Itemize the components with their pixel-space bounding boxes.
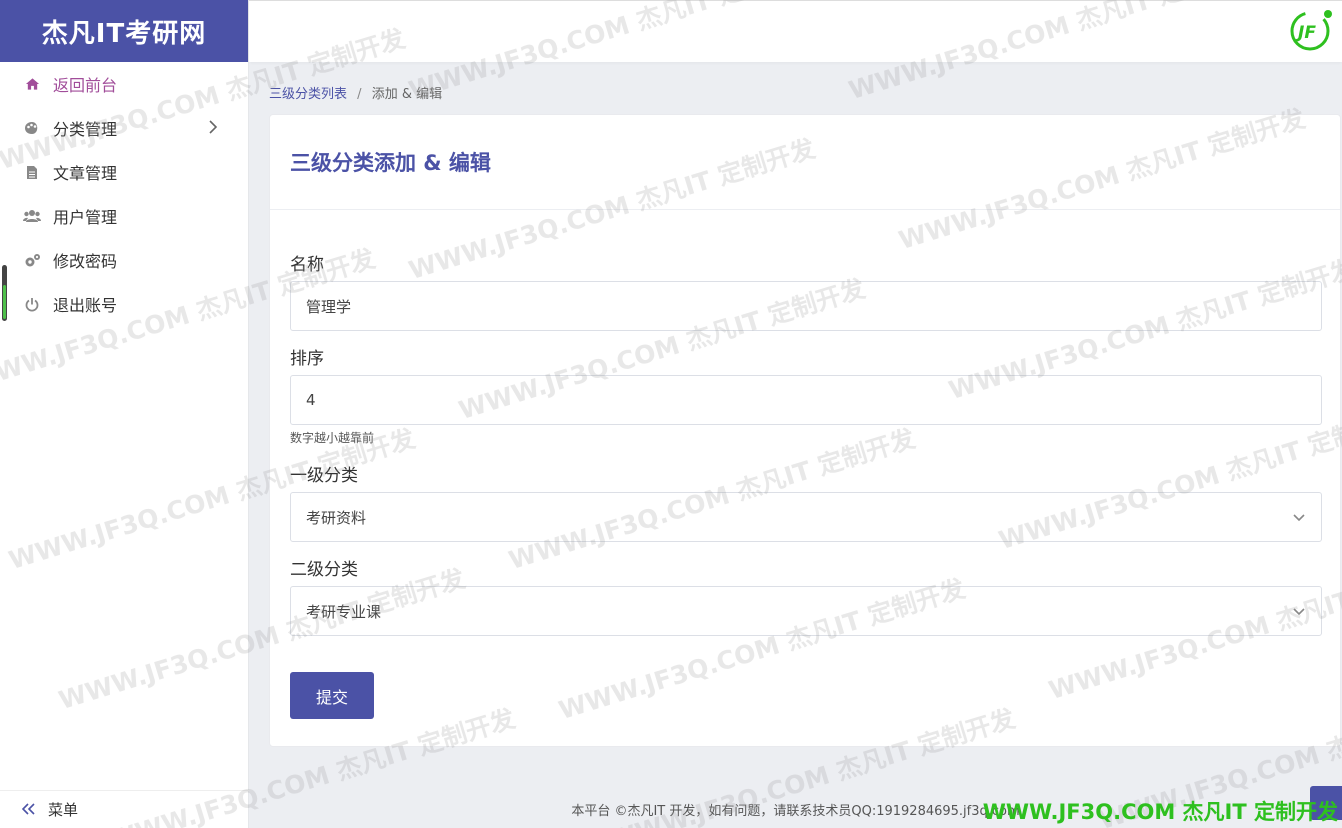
sidebar-item-article[interactable]: 文章管理 <box>0 150 248 194</box>
footer-text: 本平台 ©杰凡IT 开发，如有问题，请联系技术员QQ:1919284695.jf… <box>571 803 1020 819</box>
name-label: 名称 <box>290 255 324 275</box>
sort-help-text: 数字越小越靠前 <box>290 431 375 445</box>
double-chevron-left-icon <box>21 799 36 820</box>
sort-label: 排序 <box>290 349 324 369</box>
level2-select[interactable]: 考研专业课 <box>290 586 1322 636</box>
scrollbar-handle[interactable] <box>2 265 7 321</box>
sidebar-collapse-button[interactable]: 菜单 <box>0 790 249 828</box>
sidebar-item-label: 分类管理 <box>53 120 118 139</box>
corner-watermark: WWW.JF3Q.COM 杰凡IT 定制开发 <box>982 800 1338 824</box>
brand-title: 杰凡IT考研网 <box>0 0 248 62</box>
level1-label: 一级分类 <box>290 466 358 486</box>
palette-icon <box>22 118 42 138</box>
sidebar: 杰凡IT考研网 返回前台 分类管理 文章管理 用户管理 修改密码 退出账号 菜单 <box>0 0 249 828</box>
breadcrumb-separator: / <box>357 87 362 102</box>
name-input[interactable] <box>290 281 1322 331</box>
breadcrumb-current: 添加 & 编辑 <box>371 87 443 102</box>
sidebar-item-users[interactable]: 用户管理 <box>0 194 248 238</box>
sidebar-item-logout[interactable]: 退出账号 <box>0 282 248 326</box>
jf-logo-icon: JF <box>1290 10 1332 51</box>
level2-field-group: 二级分类 考研专业课 <box>290 555 1322 636</box>
sidebar-item-label: 文章管理 <box>53 164 118 183</box>
level2-select-value: 考研专业课 <box>290 586 1322 636</box>
sidebar-item-label: 修改密码 <box>53 252 118 271</box>
sidebar-item-password[interactable]: 修改密码 <box>0 238 248 282</box>
name-field-group: 名称 <box>290 250 1322 331</box>
sidebar-menu: 返回前台 分类管理 文章管理 用户管理 修改密码 退出账号 <box>0 62 248 326</box>
svg-text:JF: JF <box>1295 23 1316 43</box>
top-bar: JF <box>249 0 1342 62</box>
sidebar-item-label: 返回前台 <box>53 76 118 95</box>
gears-icon <box>22 250 42 270</box>
sidebar-item-home[interactable]: 返回前台 <box>0 62 248 106</box>
home-icon <box>22 74 42 94</box>
breadcrumb: 三级分类列表 / 添加 & 编辑 <box>269 83 442 102</box>
breadcrumb-parent-link[interactable]: 三级分类列表 <box>269 87 347 102</box>
sidebar-item-category[interactable]: 分类管理 <box>0 106 248 150</box>
submit-button[interactable]: 提交 <box>290 672 374 719</box>
document-icon <box>22 162 42 182</box>
level1-field-group: 一级分类 考研资料 <box>290 461 1322 542</box>
page-title: 三级分类添加 & 编辑 <box>290 151 491 175</box>
users-icon <box>22 206 42 226</box>
sort-field-group: 排序 数字越小越靠前 <box>290 344 1322 446</box>
power-icon <box>22 294 42 314</box>
level1-select[interactable]: 考研资料 <box>290 492 1322 542</box>
level1-select-value: 考研资料 <box>290 492 1322 542</box>
card-header: 三级分类添加 & 编辑 <box>270 115 1340 210</box>
form-card: 三级分类添加 & 编辑 名称 排序 数字越小越靠前 一级分类 考研资料 二级分类… <box>269 114 1341 747</box>
sort-input[interactable] <box>290 375 1322 425</box>
chevron-down-icon <box>1292 508 1306 527</box>
sidebar-item-label: 退出账号 <box>53 296 118 315</box>
sidebar-item-label: 用户管理 <box>53 208 118 227</box>
chevron-down-icon <box>1292 602 1306 621</box>
level2-label: 二级分类 <box>290 560 358 580</box>
chevron-right-icon <box>208 119 218 138</box>
sidebar-collapse-label: 菜单 <box>48 801 79 819</box>
